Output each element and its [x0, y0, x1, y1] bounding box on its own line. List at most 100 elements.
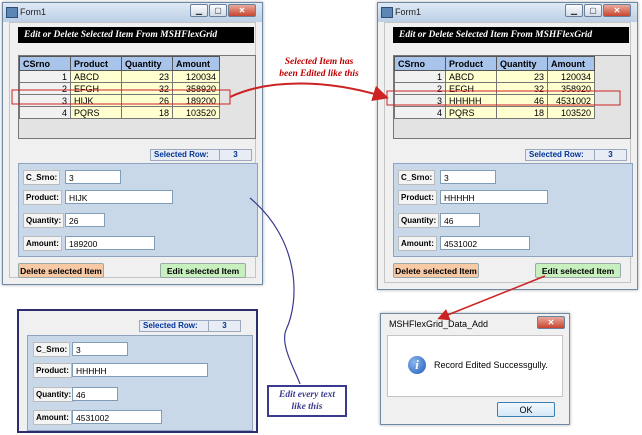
grid-header-amount[interactable]: Amount: [172, 56, 220, 71]
close-icon[interactable]: ✕: [603, 4, 631, 17]
c-srno-field[interactable]: 3: [440, 170, 496, 184]
grid-header-quantity[interactable]: Quantity: [121, 56, 173, 71]
minimize-icon[interactable]: ▁: [190, 4, 208, 17]
table-row[interactable]: 4 PQRS 18 103520: [19, 106, 220, 119]
grid-cell[interactable]: 46: [496, 94, 548, 107]
table-row-selected[interactable]: 3 HIJK 26 189200: [19, 94, 220, 107]
c-srno-label: C_Srno:: [398, 170, 436, 185]
product-field[interactable]: HHHHH: [440, 190, 548, 204]
grid-cell[interactable]: 3: [19, 94, 71, 107]
quantity-label: Quantity:: [23, 213, 65, 228]
grid-cell[interactable]: 103520: [547, 106, 595, 119]
grid-cell[interactable]: 23: [496, 70, 548, 83]
grid-cell[interactable]: 3: [394, 94, 446, 107]
amount-field[interactable]: 4531002: [440, 236, 530, 250]
product-field[interactable]: HIJK: [65, 190, 173, 204]
dialog-close-icon[interactable]: ✕: [537, 316, 565, 329]
right-form-title: Form1: [395, 7, 422, 17]
grid-cell[interactable]: 2: [394, 82, 446, 95]
quantity-label: Quantity:: [398, 213, 440, 228]
right-form-client: Edit or Delete Selected Item From MSHFle…: [384, 22, 633, 283]
grid-cell[interactable]: 23: [121, 70, 173, 83]
quantity-field[interactable]: 26: [65, 213, 105, 227]
delete-selected-button[interactable]: Delete selected Item: [18, 263, 104, 278]
grid-cell[interactable]: 32: [496, 82, 548, 95]
grid-cell[interactable]: 18: [121, 106, 173, 119]
table-row[interactable]: 2 EFGH 32 358920: [19, 82, 220, 95]
table-row[interactable]: 2 EFGH 32 358920: [394, 82, 595, 95]
grid-cell[interactable]: EFGH: [70, 82, 122, 95]
maximize-icon[interactable]: ▢: [209, 4, 227, 17]
grid-cell[interactable]: 358920: [172, 82, 220, 95]
grid-cell[interactable]: 4: [19, 106, 71, 119]
grid-cell[interactable]: 18: [496, 106, 548, 119]
quantity-field[interactable]: 46: [440, 213, 480, 227]
table-row[interactable]: 4 PQRS 18 103520: [394, 106, 595, 119]
ok-button[interactable]: OK: [497, 402, 555, 417]
grid-cell[interactable]: 26: [121, 94, 173, 107]
grid-cell[interactable]: 1: [394, 70, 446, 83]
maximize-icon[interactable]: ▢: [584, 4, 602, 17]
table-row[interactable]: 1 ABCD 23 120034: [19, 70, 220, 83]
grid-cell[interactable]: 189200: [172, 94, 220, 107]
grid-header-amount[interactable]: Amount: [547, 56, 595, 71]
zoomed-edit-panel: Selected Row: 3 C_Srno: 3 Product: HHHHH…: [17, 309, 258, 433]
callout-line1: Edit every text: [279, 390, 335, 400]
product-label: Product:: [398, 190, 437, 205]
close-icon[interactable]: ✕: [228, 4, 256, 17]
c-srno-field[interactable]: 3: [72, 342, 128, 356]
grid-header-csrno[interactable]: CSrno: [19, 56, 71, 71]
table-row[interactable]: 1 ABCD 23 120034: [394, 70, 595, 83]
grid-header-product[interactable]: Product: [445, 56, 497, 71]
grid-cell[interactable]: PQRS: [445, 106, 497, 119]
right-grid-table: CSrno Product Quantity Amount 1 ABCD 23 …: [394, 56, 595, 119]
grid-cell[interactable]: 32: [121, 82, 173, 95]
amount-label: Amount:: [33, 410, 72, 425]
left-form-titlebar[interactable]: Form1 ▁ ▢ ✕: [3, 3, 262, 22]
left-edit-panel: C_Srno: 3 Product: HIJK Quantity: 26 Amo…: [18, 163, 258, 257]
grid-cell[interactable]: HIJK: [70, 94, 122, 107]
quantity-label: Quantity:: [33, 387, 75, 402]
grid-cell[interactable]: ABCD: [70, 70, 122, 83]
dialog-message: Record Edited Successgully.: [434, 360, 548, 370]
product-field[interactable]: HHHHH: [72, 363, 208, 377]
delete-selected-button[interactable]: Delete selected Item: [393, 263, 479, 278]
left-flexgrid[interactable]: CSrno Product Quantity Amount 1 ABCD 23 …: [18, 55, 256, 139]
amount-label: Amount:: [398, 236, 437, 251]
right-flexgrid[interactable]: CSrno Product Quantity Amount 1 ABCD 23 …: [393, 55, 631, 139]
edit-selected-button[interactable]: Edit selected Item: [535, 263, 621, 278]
amount-label: Amount:: [23, 236, 62, 251]
grid-cell[interactable]: 120034: [547, 70, 595, 83]
form-icon: [381, 7, 393, 18]
grid-cell[interactable]: 4531002: [547, 94, 595, 107]
grid-cell[interactable]: 358920: [547, 82, 595, 95]
c-srno-field[interactable]: 3: [65, 170, 121, 184]
minimize-icon[interactable]: ▁: [565, 4, 583, 17]
grid-cell[interactable]: EFGH: [445, 82, 497, 95]
grid-cell[interactable]: PQRS: [70, 106, 122, 119]
grid-cell[interactable]: 4: [394, 106, 446, 119]
grid-cell[interactable]: ABCD: [445, 70, 497, 83]
right-banner: Edit or Delete Selected Item From MSHFle…: [393, 27, 629, 43]
selected-row-indicator: Selected Row: 3: [150, 149, 252, 161]
left-banner: Edit or Delete Selected Item From MSHFle…: [18, 27, 254, 43]
grid-header-csrno[interactable]: CSrno: [394, 56, 446, 71]
grid-header-product[interactable]: Product: [70, 56, 122, 71]
amount-field[interactable]: 4531002: [72, 410, 162, 424]
edit-selected-button[interactable]: Edit selected Item: [160, 263, 246, 278]
edited-note-line2: been Edited like this: [279, 69, 359, 79]
left-form-title: Form1: [20, 7, 47, 17]
zoom-fields-panel: C_Srno: 3 Product: HHHHH Quantity: 46 Am…: [27, 335, 253, 431]
right-form-titlebar[interactable]: Form1 ▁ ▢ ✕: [378, 3, 637, 22]
amount-field[interactable]: 189200: [65, 236, 155, 250]
grid-cell[interactable]: HHHHH: [445, 94, 497, 107]
grid-cell[interactable]: 103520: [172, 106, 220, 119]
grid-cell[interactable]: 120034: [172, 70, 220, 83]
grid-cell[interactable]: 1: [19, 70, 71, 83]
quantity-field[interactable]: 46: [72, 387, 118, 401]
grid-header-quantity[interactable]: Quantity: [496, 56, 548, 71]
dialog-title: MSHFlexGrid_Data_Add: [389, 319, 489, 329]
table-row-selected[interactable]: 3 HHHHH 46 4531002: [394, 94, 595, 107]
selected-row-value: 3: [208, 321, 240, 331]
grid-cell[interactable]: 2: [19, 82, 71, 95]
